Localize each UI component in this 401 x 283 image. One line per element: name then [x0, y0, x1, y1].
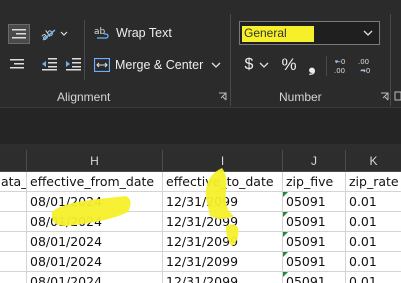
merge-center-icon	[94, 58, 110, 72]
svg-text:.00: .00	[334, 67, 345, 74]
error-indicator-icon	[283, 212, 288, 217]
cell-header-j[interactable]: zip_five	[283, 172, 346, 192]
table-row: 08/01/2024 12/31/2099 05091 0.01	[0, 252, 401, 272]
orientation-icon: ab	[39, 27, 68, 42]
align-left-indent-button[interactable]	[6, 54, 28, 74]
svg-text:ab: ab	[94, 27, 106, 37]
table-row: ata_ effective_from_date effective_to_da…	[0, 172, 401, 192]
cell-to-date[interactable]: 12/31/2099	[163, 232, 283, 252]
align-right-icon	[12, 29, 26, 39]
merge-center-button[interactable]: Merge & Center	[94, 54, 222, 76]
dialog-launcher-icon[interactable]	[218, 92, 227, 101]
column-header-j[interactable]: J	[283, 150, 346, 172]
percent-style-button[interactable]: %	[278, 54, 300, 76]
cell-zip[interactable]: 05091	[283, 232, 346, 252]
align-right-button[interactable]	[8, 24, 30, 44]
alignment-group-label: Alignment	[57, 90, 111, 104]
wrap-text-label: Wrap Text	[116, 26, 172, 40]
styles-icon	[394, 91, 401, 101]
column-header-i[interactable]: I	[163, 150, 283, 172]
error-indicator-icon	[283, 272, 288, 277]
justify-icon	[10, 59, 24, 69]
ribbon-separator	[84, 20, 85, 80]
number-format-dropdown[interactable]: General	[239, 21, 380, 45]
increase-decimal-icon: ←0 .00	[334, 58, 345, 74]
currency-icon: $	[244, 56, 254, 73]
error-indicator-icon	[283, 252, 288, 257]
percent-icon: %	[281, 55, 297, 74]
styles-button[interactable]	[394, 88, 401, 104]
cell-to-date[interactable]: 12/31/2099	[163, 252, 283, 272]
cell-to-date[interactable]: 12/31/2099	[163, 272, 283, 283]
cell-header-h[interactable]: effective_from_date	[27, 172, 163, 192]
cell-header-k[interactable]: zip_rate	[346, 172, 401, 192]
cell-from-date[interactable]: 08/01/2024	[27, 212, 163, 232]
cell-zip[interactable]: 05091	[283, 192, 346, 212]
cell-from-date[interactable]: 08/01/2024	[27, 272, 163, 283]
cell-from-date[interactable]: 08/01/2024	[27, 232, 163, 252]
column-headers: H I J K	[0, 150, 401, 172]
ribbon-separator	[390, 14, 391, 106]
increase-decimal-button[interactable]: ←0 .00	[332, 54, 354, 76]
ribbon-separator	[230, 14, 231, 106]
wrap-text-button[interactable]: ab Wrap Text	[94, 22, 174, 44]
comma-style-button[interactable]: ❟	[302, 54, 322, 76]
cell-g[interactable]	[0, 252, 27, 272]
increase-indent-icon	[66, 58, 81, 71]
cell-from-date[interactable]: 08/01/2024	[27, 192, 163, 212]
cell-from-date[interactable]: 08/01/2024	[27, 252, 163, 272]
table-row: 08/01/2024 12/31/2099 05091 0.01	[0, 272, 401, 283]
error-indicator-icon	[283, 192, 288, 197]
cell-rate[interactable]: 0.01	[346, 192, 401, 212]
sheet-grid[interactable]: ata_ effective_from_date effective_to_da…	[0, 172, 401, 283]
number-format-value: General	[244, 26, 287, 40]
error-indicator-icon	[283, 232, 288, 237]
column-header-g[interactable]	[0, 150, 27, 172]
currency-format-button[interactable]: $	[240, 54, 274, 76]
decrease-decimal-icon: .00 →0	[358, 58, 370, 74]
decrease-indent-icon	[42, 58, 57, 71]
cell-zip[interactable]: 05091	[283, 252, 346, 272]
cell-zip[interactable]: 05091	[283, 212, 346, 232]
formula-bar-area	[0, 107, 401, 145]
orientation-button[interactable]: ab	[38, 24, 70, 44]
increase-indent-button[interactable]	[62, 54, 84, 74]
dialog-launcher-icon[interactable]	[380, 92, 389, 101]
cell-g[interactable]	[0, 212, 27, 232]
cell-g[interactable]	[0, 192, 27, 212]
chevron-down-icon	[363, 30, 373, 36]
table-row: 08/01/2024 12/31/2099 05091 0.01	[0, 232, 401, 252]
ribbon-separator	[326, 56, 327, 76]
svg-text:.00: .00	[358, 58, 369, 66]
column-header-k[interactable]: K	[346, 150, 401, 172]
svg-text:←0: ←0	[335, 58, 345, 66]
ribbon: ab ab Wrap Text Merge & Center Alignment…	[0, 0, 401, 107]
cell-rate[interactable]: 0.01	[346, 252, 401, 272]
table-row: 08/01/2024 12/31/2099 05091 0.01	[0, 212, 401, 232]
cell-to-date[interactable]: 12/31/2099	[163, 192, 283, 212]
chevron-down-icon	[259, 62, 269, 68]
cell-rate[interactable]: 0.01	[346, 232, 401, 252]
wrap-text-icon: ab	[94, 27, 109, 39]
cell-header-i[interactable]: effective_to_date	[163, 172, 283, 192]
table-row: 08/01/2024 12/31/2099 05091 0.01	[0, 192, 401, 212]
decrease-indent-button[interactable]	[38, 54, 60, 74]
cell-zip[interactable]: 05091	[283, 272, 346, 283]
cell-rate[interactable]: 0.01	[346, 272, 401, 283]
cell-g[interactable]	[0, 232, 27, 252]
cell-to-date[interactable]: 12/31/2099	[163, 212, 283, 232]
cell-rate[interactable]: 0.01	[346, 212, 401, 232]
merge-center-label: Merge & Center	[115, 58, 204, 72]
cell-header-g[interactable]: ata_	[0, 172, 27, 192]
column-header-h[interactable]: H	[27, 150, 163, 172]
comma-icon: ❟	[308, 54, 316, 75]
decrease-decimal-button[interactable]: .00 →0	[356, 54, 378, 76]
svg-text:ab: ab	[39, 27, 56, 42]
chevron-down-icon	[211, 62, 221, 68]
cell-g[interactable]	[0, 272, 27, 283]
number-group-label: Number	[279, 90, 322, 104]
